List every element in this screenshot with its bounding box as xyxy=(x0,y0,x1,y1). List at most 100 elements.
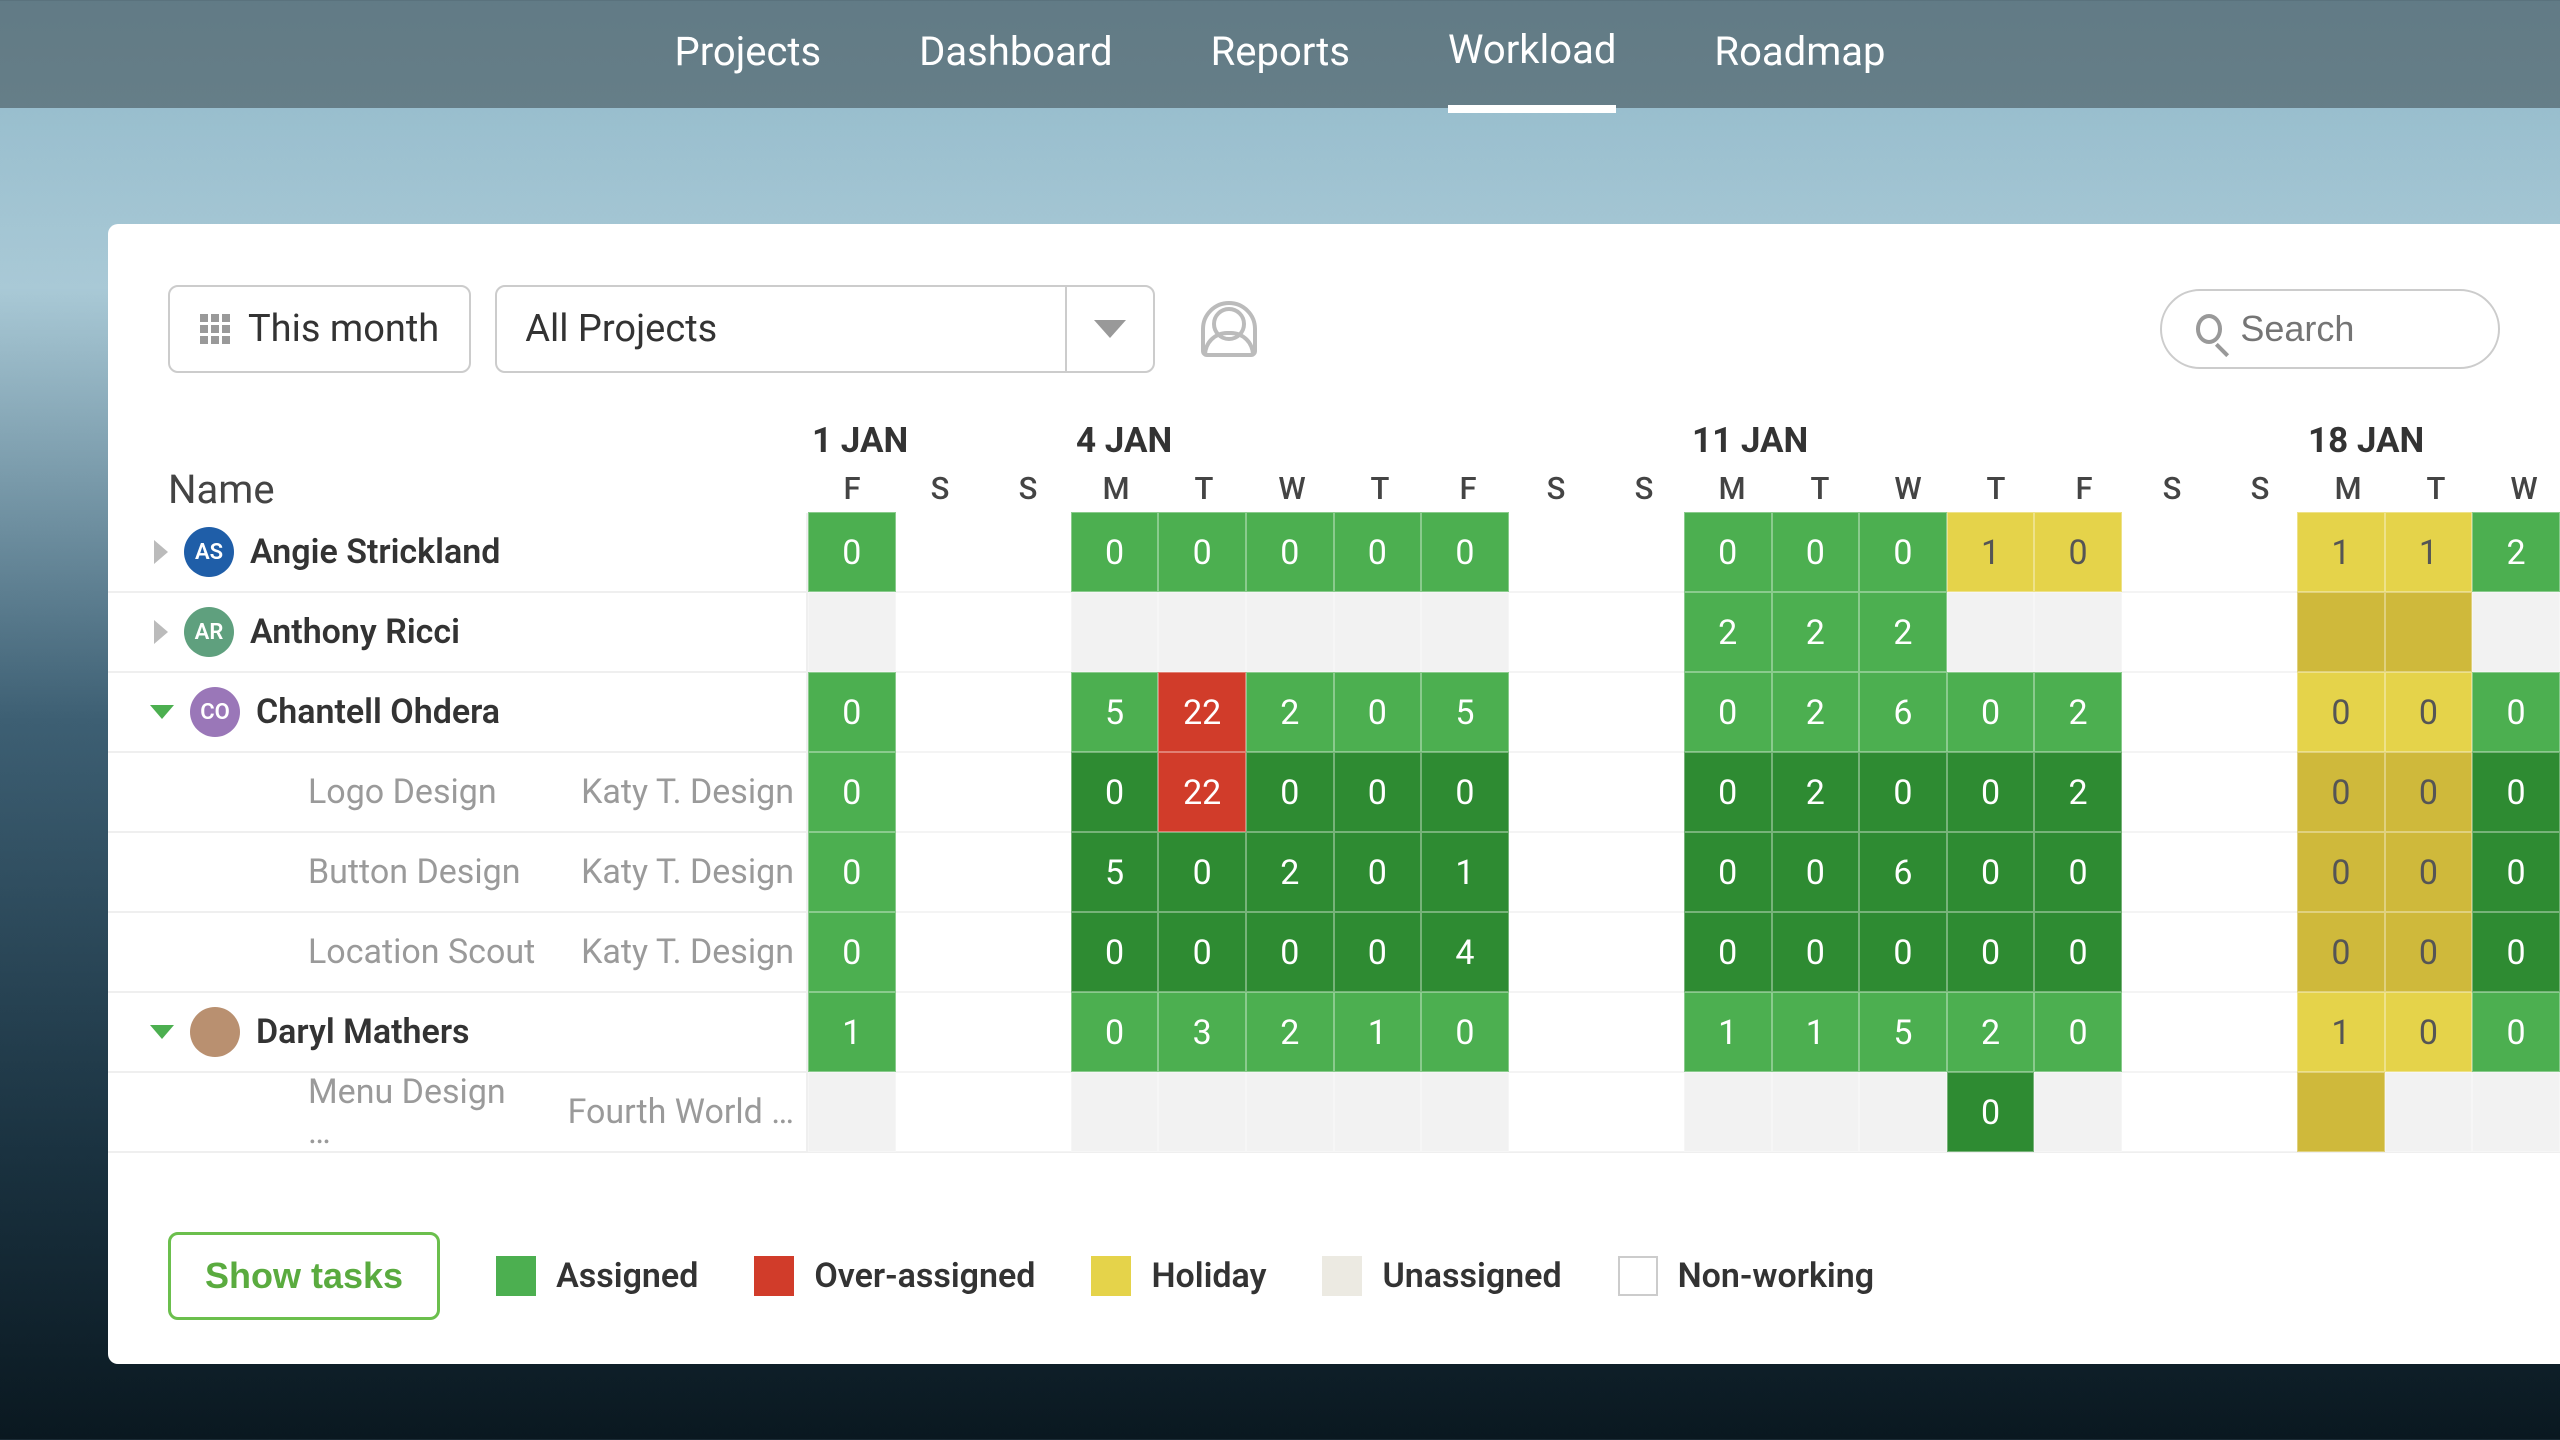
workload-cell[interactable] xyxy=(1947,592,2035,672)
workload-cell[interactable]: 2 xyxy=(2472,512,2560,592)
workload-cell[interactable]: 0 xyxy=(1158,912,1246,992)
workload-cell[interactable]: 0 xyxy=(2385,672,2473,752)
workload-cell[interactable]: 0 xyxy=(2297,912,2385,992)
workload-cell[interactable] xyxy=(808,1072,896,1152)
workload-cell[interactable]: 0 xyxy=(2034,912,2122,992)
workload-cell[interactable]: 3 xyxy=(1158,992,1246,1072)
workload-cell[interactable] xyxy=(2210,512,2298,592)
workload-cell[interactable] xyxy=(1071,592,1159,672)
workload-cell[interactable] xyxy=(983,512,1071,592)
workload-cell[interactable] xyxy=(1509,912,1597,992)
chevron-down-icon[interactable] xyxy=(150,1025,174,1039)
workload-cell[interactable] xyxy=(2297,1072,2385,1152)
workload-cell[interactable]: 0 xyxy=(2034,992,2122,1072)
workload-cell[interactable]: 0 xyxy=(2472,752,2560,832)
workload-cell[interactable]: 0 xyxy=(1071,912,1159,992)
workload-cell[interactable]: 0 xyxy=(2385,752,2473,832)
workload-cell[interactable]: 2 xyxy=(1772,752,1860,832)
workload-cell[interactable]: 2 xyxy=(1772,672,1860,752)
workload-cell[interactable]: 0 xyxy=(1334,672,1422,752)
search-box[interactable] xyxy=(2160,289,2500,369)
period-selector[interactable]: This month xyxy=(168,285,471,373)
workload-cell[interactable]: 6 xyxy=(1859,672,1947,752)
workload-cell[interactable]: 0 xyxy=(808,752,896,832)
workload-cell[interactable] xyxy=(1509,752,1597,832)
workload-cell[interactable] xyxy=(2210,832,2298,912)
workload-cell[interactable] xyxy=(1596,912,1684,992)
workload-cell[interactable] xyxy=(2122,672,2210,752)
workload-cell[interactable]: 0 xyxy=(808,512,896,592)
workload-cell[interactable]: 0 xyxy=(1947,752,2035,832)
workload-cell[interactable] xyxy=(1596,592,1684,672)
workload-cell[interactable] xyxy=(2122,912,2210,992)
search-input[interactable] xyxy=(2240,308,2464,350)
nav-tab-workload[interactable]: Workload xyxy=(1448,26,1616,113)
workload-cell[interactable] xyxy=(1071,1072,1159,1152)
workload-cell[interactable]: 2 xyxy=(1684,592,1772,672)
workload-cell[interactable]: 0 xyxy=(1334,512,1422,592)
workload-cell[interactable]: 0 xyxy=(1947,1072,2035,1152)
user-filter-icon[interactable] xyxy=(1201,301,1257,357)
workload-cell[interactable] xyxy=(1596,512,1684,592)
workload-cell[interactable] xyxy=(2210,912,2298,992)
project-filter-dropdown[interactable]: All Projects xyxy=(495,285,1155,373)
workload-cell[interactable]: 0 xyxy=(2297,832,2385,912)
workload-cell[interactable] xyxy=(1596,992,1684,1072)
workload-cell[interactable]: 0 xyxy=(2034,832,2122,912)
workload-cell[interactable] xyxy=(983,752,1071,832)
workload-cell[interactable]: 0 xyxy=(1684,672,1772,752)
workload-cell[interactable]: 0 xyxy=(1071,512,1159,592)
workload-cell[interactable] xyxy=(1509,1072,1597,1152)
chevron-right-icon[interactable] xyxy=(154,540,168,564)
workload-cell[interactable] xyxy=(1334,592,1422,672)
workload-cell[interactable] xyxy=(896,992,984,1072)
workload-cell[interactable]: 2 xyxy=(1772,592,1860,672)
workload-cell[interactable]: 1 xyxy=(1334,992,1422,1072)
workload-cell[interactable]: 0 xyxy=(1071,992,1159,1072)
workload-cell[interactable]: 0 xyxy=(2472,672,2560,752)
workload-cell[interactable] xyxy=(808,592,896,672)
workload-cell[interactable]: 2 xyxy=(2034,752,2122,832)
workload-cell[interactable] xyxy=(896,512,984,592)
workload-cell[interactable] xyxy=(1596,672,1684,752)
workload-cell[interactable]: 0 xyxy=(1859,912,1947,992)
workload-cell[interactable]: 0 xyxy=(1071,752,1159,832)
workload-cell[interactable] xyxy=(1684,1072,1772,1152)
workload-cell[interactable] xyxy=(896,1072,984,1152)
workload-cell[interactable] xyxy=(1859,1072,1947,1152)
workload-cell[interactable] xyxy=(2297,592,2385,672)
workload-cell[interactable] xyxy=(2122,992,2210,1072)
workload-cell[interactable] xyxy=(2122,512,2210,592)
workload-cell[interactable] xyxy=(1772,1072,1860,1152)
nav-tab-reports[interactable]: Reports xyxy=(1211,28,1350,81)
workload-cell[interactable]: 0 xyxy=(2472,992,2560,1072)
workload-cell[interactable]: 1 xyxy=(1684,992,1772,1072)
workload-cell[interactable] xyxy=(2122,1072,2210,1152)
workload-cell[interactable]: 1 xyxy=(2385,512,2473,592)
workload-cell[interactable]: 0 xyxy=(1859,512,1947,592)
workload-cell[interactable] xyxy=(1596,832,1684,912)
workload-cell[interactable] xyxy=(1596,1072,1684,1152)
workload-cell[interactable]: 2 xyxy=(1859,592,1947,672)
workload-cell[interactable] xyxy=(983,1072,1071,1152)
workload-cell[interactable]: 0 xyxy=(1158,832,1246,912)
workload-cell[interactable]: 0 xyxy=(2297,672,2385,752)
workload-cell[interactable] xyxy=(2385,1072,2473,1152)
nav-tab-dashboard[interactable]: Dashboard xyxy=(919,28,1112,81)
workload-cell[interactable] xyxy=(2122,592,2210,672)
workload-cell[interactable]: 0 xyxy=(1947,912,2035,992)
workload-cell[interactable] xyxy=(2034,1072,2122,1152)
workload-cell[interactable] xyxy=(1421,592,1509,672)
chevron-right-icon[interactable] xyxy=(154,620,168,644)
workload-cell[interactable]: 0 xyxy=(808,912,896,992)
workload-cell[interactable]: 0 xyxy=(1421,752,1509,832)
workload-cell[interactable] xyxy=(2034,592,2122,672)
workload-cell[interactable] xyxy=(2210,672,2298,752)
workload-cell[interactable] xyxy=(1509,832,1597,912)
workload-cell[interactable] xyxy=(1509,592,1597,672)
workload-cell[interactable]: 0 xyxy=(2385,992,2473,1072)
workload-cell[interactable] xyxy=(2385,592,2473,672)
workload-cell[interactable]: 5 xyxy=(1071,672,1159,752)
workload-cell[interactable]: 0 xyxy=(1246,752,1334,832)
workload-cell[interactable]: 0 xyxy=(1684,752,1772,832)
